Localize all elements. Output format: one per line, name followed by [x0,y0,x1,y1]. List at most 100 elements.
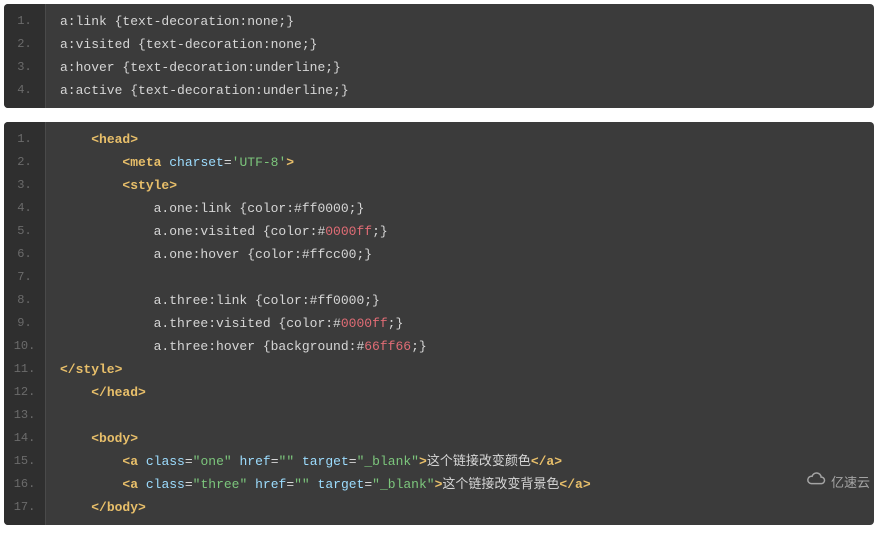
code-token: <a [122,454,138,469]
code-row: 6. a.one:hover {color:#ffcc00;} [4,242,874,265]
code-row: 3. a:hover {text-decoration:underline;} [4,55,874,78]
line-number: 16. [4,472,46,495]
code-token: target [318,477,365,492]
code-token: 'UTF-8' [232,155,287,170]
code-line: a:visited {text-decoration:none;} [46,32,874,55]
code-token: class [146,454,185,469]
line-number: 12. [4,380,46,403]
code-token: ;} [372,224,388,239]
code-token: = [364,477,372,492]
code-token: "one" [193,454,232,469]
code-token [60,454,122,469]
code-line: <style> [46,173,874,196]
code-line [46,403,874,426]
code-token: </head> [91,385,146,400]
line-number: 4. [4,196,46,219]
code-token: a.three:hover {background:# [60,339,364,354]
code-line: a.one:hover {color:#ffcc00;} [46,242,874,265]
code-token [60,270,68,285]
line-number: 2. [4,150,46,173]
code-row: 5. a.one:visited {color:#0000ff;} [4,219,874,242]
cloud-icon [805,471,827,493]
line-number: 6. [4,242,46,265]
line-number: 17. [4,495,46,525]
code-line: a.three:visited {color:#0000ff;} [46,311,874,334]
line-number: 3. [4,55,46,78]
code-token [138,454,146,469]
code-token: </a> [559,477,590,492]
code-token [60,178,122,193]
line-number: 3. [4,173,46,196]
code-token: "_blank" [372,477,434,492]
code-line [46,265,874,288]
code-line: <head> [46,122,874,150]
code-token: = [271,454,279,469]
code-token [60,132,91,147]
code-token: <head> [91,132,138,147]
code-token [60,385,91,400]
code-token: ;} [411,339,427,354]
code-token: = [349,454,357,469]
watermark-text: 亿速云 [831,472,870,493]
code-token: <body> [91,431,138,446]
code-row: 7. [4,265,874,288]
line-number: 9. [4,311,46,334]
line-number: 1. [4,4,46,32]
code-line: a.three:link {color:#ff0000;} [46,288,874,311]
code-row: 2. a:visited {text-decoration:none;} [4,32,874,55]
code-token: 66ff66 [364,339,411,354]
code-token: a:hover {text-decoration:underline;} [60,60,341,75]
code-token: "" [294,477,310,492]
line-number: 14. [4,426,46,449]
code-token [60,500,91,515]
code-token: a:link {text-decoration:none;} [60,14,294,29]
code-token: > [419,454,427,469]
code-token: a.three:visited {color:# [60,316,341,331]
code-row: 2. <meta charset='UTF-8'> [4,150,874,173]
code-line: a:active {text-decoration:underline;} [46,78,874,108]
code-token: "_blank" [357,454,419,469]
code-token: = [185,477,193,492]
line-number: 11. [4,357,46,380]
code-row: 9. a.three:visited {color:#0000ff;} [4,311,874,334]
code-row: 1. <head> [4,122,874,150]
code-token: a:active {text-decoration:underline;} [60,83,349,98]
code-token: "three" [193,477,248,492]
code-token [294,454,302,469]
code-token: charset [169,155,224,170]
line-number: 5. [4,219,46,242]
code-token: class [146,477,185,492]
code-line: <body> [46,426,874,449]
code-token [138,477,146,492]
code-token: href [255,477,286,492]
code-token: target [302,454,349,469]
code-row: 3. <style> [4,173,874,196]
code-row: 17. </body> [4,495,874,525]
code-line: a.three:hover {background:#66ff66;} [46,334,874,357]
code-line: <a class="three" href="" target="_blank"… [46,472,874,495]
code-token [60,431,91,446]
code-line: </head> [46,380,874,403]
code-token: 0000ff [325,224,372,239]
line-number: 2. [4,32,46,55]
code-token: 这个链接改变颜色 [427,454,531,469]
code-row: 11.</style> [4,357,874,380]
code-token: a.one:hover {color:#ffcc00;} [60,247,372,262]
code-token [60,408,68,423]
watermark: 亿速云 [805,471,870,493]
code-row: 10. a.three:hover {background:#66ff66;} [4,334,874,357]
code-row: 14. <body> [4,426,874,449]
code-token [310,477,318,492]
code-token: 这个链接改变背景色 [442,477,559,492]
code-row: 4. a.one:link {color:#ff0000;} [4,196,874,219]
line-number: 4. [4,78,46,108]
code-line: <a class="one" href="" target="_blank">这… [46,449,874,472]
code-block-1: 1. a:link {text-decoration:none;} 2. a:visi… [4,4,874,108]
code-token: </body> [91,500,146,515]
code-token [60,477,122,492]
code-line: a:hover {text-decoration:underline;} [46,55,874,78]
code-token: <style> [122,178,177,193]
code-token: href [240,454,271,469]
code-token: a:visited {text-decoration:none;} [60,37,317,52]
code-token: a.one:link {color:#ff0000;} [60,201,364,216]
